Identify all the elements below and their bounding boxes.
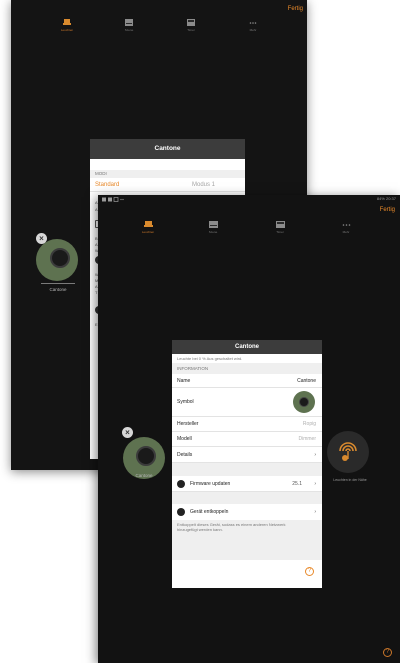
more-icon [342,224,350,226]
mode-value: Modus 1 [191,182,215,188]
lamp-head-icon [50,248,70,268]
row-label: Symbol [177,399,194,405]
row-label: Name [177,378,191,384]
firmware-icon [177,480,185,488]
close-icon[interactable]: × [36,233,47,244]
divider [41,283,75,284]
lamp-head-icon [136,446,156,466]
lamp-name: Cantone [49,287,67,292]
tab-mehr[interactable]: Mehr [326,221,366,234]
lamp-icon [143,221,153,227]
status-time-battery: 84% 20:37 [376,196,396,201]
model-row: Modell Dimmer [172,432,322,447]
details-row[interactable]: Details › [172,447,322,463]
more-icon [249,22,257,24]
row-label: Details [177,452,193,458]
help-icon[interactable]: ? [305,567,314,576]
tab-label: Szene [208,230,218,234]
description-text: Leuchte bei 0 % Aus geschaltet wird. [177,356,243,361]
dialog-title: Cantone [90,139,245,159]
row-label: Modell [177,436,192,442]
close-icon[interactable]: × [122,427,133,438]
tab-label: Szene [124,28,134,32]
notification-icons [102,197,124,202]
unpair-note: Entkoppelt dieses Gerät, sodass es einem… [172,520,322,560]
signal-icon [339,442,357,461]
lamp-head-icon [299,397,309,407]
tab-mehr[interactable]: Mehr [233,19,273,32]
tab-label: Mehr [249,28,257,32]
manufacturer-value: Ropig [302,421,316,427]
tab-label: Mehr [342,230,350,234]
mode-label: Standard [95,182,120,188]
tab-label: Leuchten [60,28,74,32]
scene-icon [208,221,218,228]
name-row[interactable]: Name Cantone [172,374,322,388]
section-header-information: INFORMATION [172,363,322,374]
tab-label: Leuchten [141,230,155,234]
front-tablet-screen: 84% 20:37 Fertig Leuchten Szene Timer Me… [98,195,400,663]
chevron-right-icon: › [314,481,316,487]
chevron-right-icon: › [314,452,316,458]
tab-label: Timer [187,28,195,32]
lamp-icon [63,19,71,25]
nearby-lamps-label: Leuchten in der Nähe [333,478,367,482]
manufacturer-row: Hersteller Ropig [172,417,322,432]
device-settings-dialog: Cantone Leuchte bei 0 % Aus geschaltet w… [172,340,322,588]
mode-row[interactable]: Standard Modus 1 [90,178,245,192]
unpair-label: Gerät entkoppeln [190,509,229,515]
row-label: Hersteller [177,421,199,427]
status-bar: 84% 20:37 [98,195,400,203]
tab-szene[interactable]: Szene [193,221,233,234]
done-button[interactable]: Fertig [380,207,395,213]
tab-timer[interactable]: Timer [260,221,300,234]
model-value: Dimmer [298,436,317,442]
unpair-icon [177,508,185,516]
tab-szene[interactable]: Szene [109,19,149,32]
tab-timer[interactable]: Timer [171,19,211,32]
chevron-right-icon: › [314,509,316,515]
section-header-modi: MODI [90,170,245,178]
lamp-name: Cantone [135,473,153,478]
timer-icon [187,19,195,26]
name-value: Cantone [297,378,316,384]
dialog-title: Cantone [172,340,322,354]
tab-leuchten[interactable]: Leuchten [128,221,168,234]
symbol-row[interactable]: Symbol [172,388,322,417]
help-icon[interactable]: ? [383,648,392,657]
scene-icon [125,19,133,26]
firmware-label: Firmware updaten [190,481,231,487]
timer-icon [275,221,285,228]
unpair-device-row[interactable]: Gerät entkoppeln › [172,504,322,520]
tab-leuchten[interactable]: Leuchten [47,19,87,32]
firmware-update-row[interactable]: Firmware updaten 25.1 › [172,476,322,492]
done-button[interactable]: Fertig [288,6,303,12]
tab-label: Timer [276,230,284,234]
firmware-version: 25.1 [292,481,302,487]
